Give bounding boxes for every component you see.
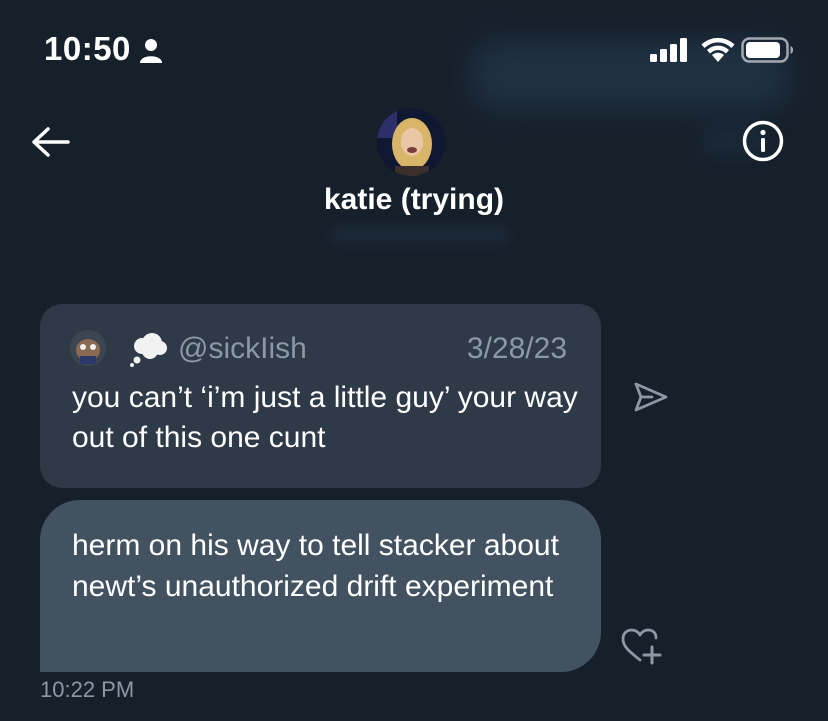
quoted-tweet-date: 3/28/23	[466, 332, 567, 365]
quoted-avatar-image	[70, 330, 106, 366]
message-timestamp: 10:22 PM	[40, 677, 135, 702]
conversation-name[interactable]: katie (trying)	[0, 183, 828, 217]
battery-icon	[741, 37, 794, 63]
status-time: 10:50	[44, 30, 131, 67]
thought-balloon-icon	[130, 333, 167, 367]
avatar-image	[377, 108, 445, 176]
wifi-icon	[701, 37, 735, 62]
cellular-signal-icon	[650, 38, 687, 62]
person-icon	[140, 39, 162, 63]
info-icon[interactable]	[741, 119, 785, 163]
arrow-left-icon[interactable]	[28, 122, 72, 162]
quoted-author-handle[interactable]: @sickIish	[178, 332, 307, 366]
dm-conversation-screen: 10:50 katie (trying) @sickIish 3/28/23 y…	[0, 0, 828, 721]
heart-plus-icon[interactable]	[620, 627, 664, 669]
message-text: herm on his way to tell stacker about ne…	[72, 529, 559, 603]
message-bubble[interactable]: herm on his way to tell stacker about ne…	[40, 500, 601, 672]
quoted-author-avatar	[70, 330, 106, 366]
quoted-tweet-text: you can’t ‘i’m just a little guy’ your w…	[72, 381, 578, 454]
contact-avatar[interactable]	[377, 108, 445, 176]
blurred-subtitle	[330, 226, 510, 244]
quoted-tweet-card[interactable]: @sickIish 3/28/23 you can’t ‘i’m just a …	[40, 304, 601, 488]
send-icon[interactable]	[632, 378, 670, 416]
